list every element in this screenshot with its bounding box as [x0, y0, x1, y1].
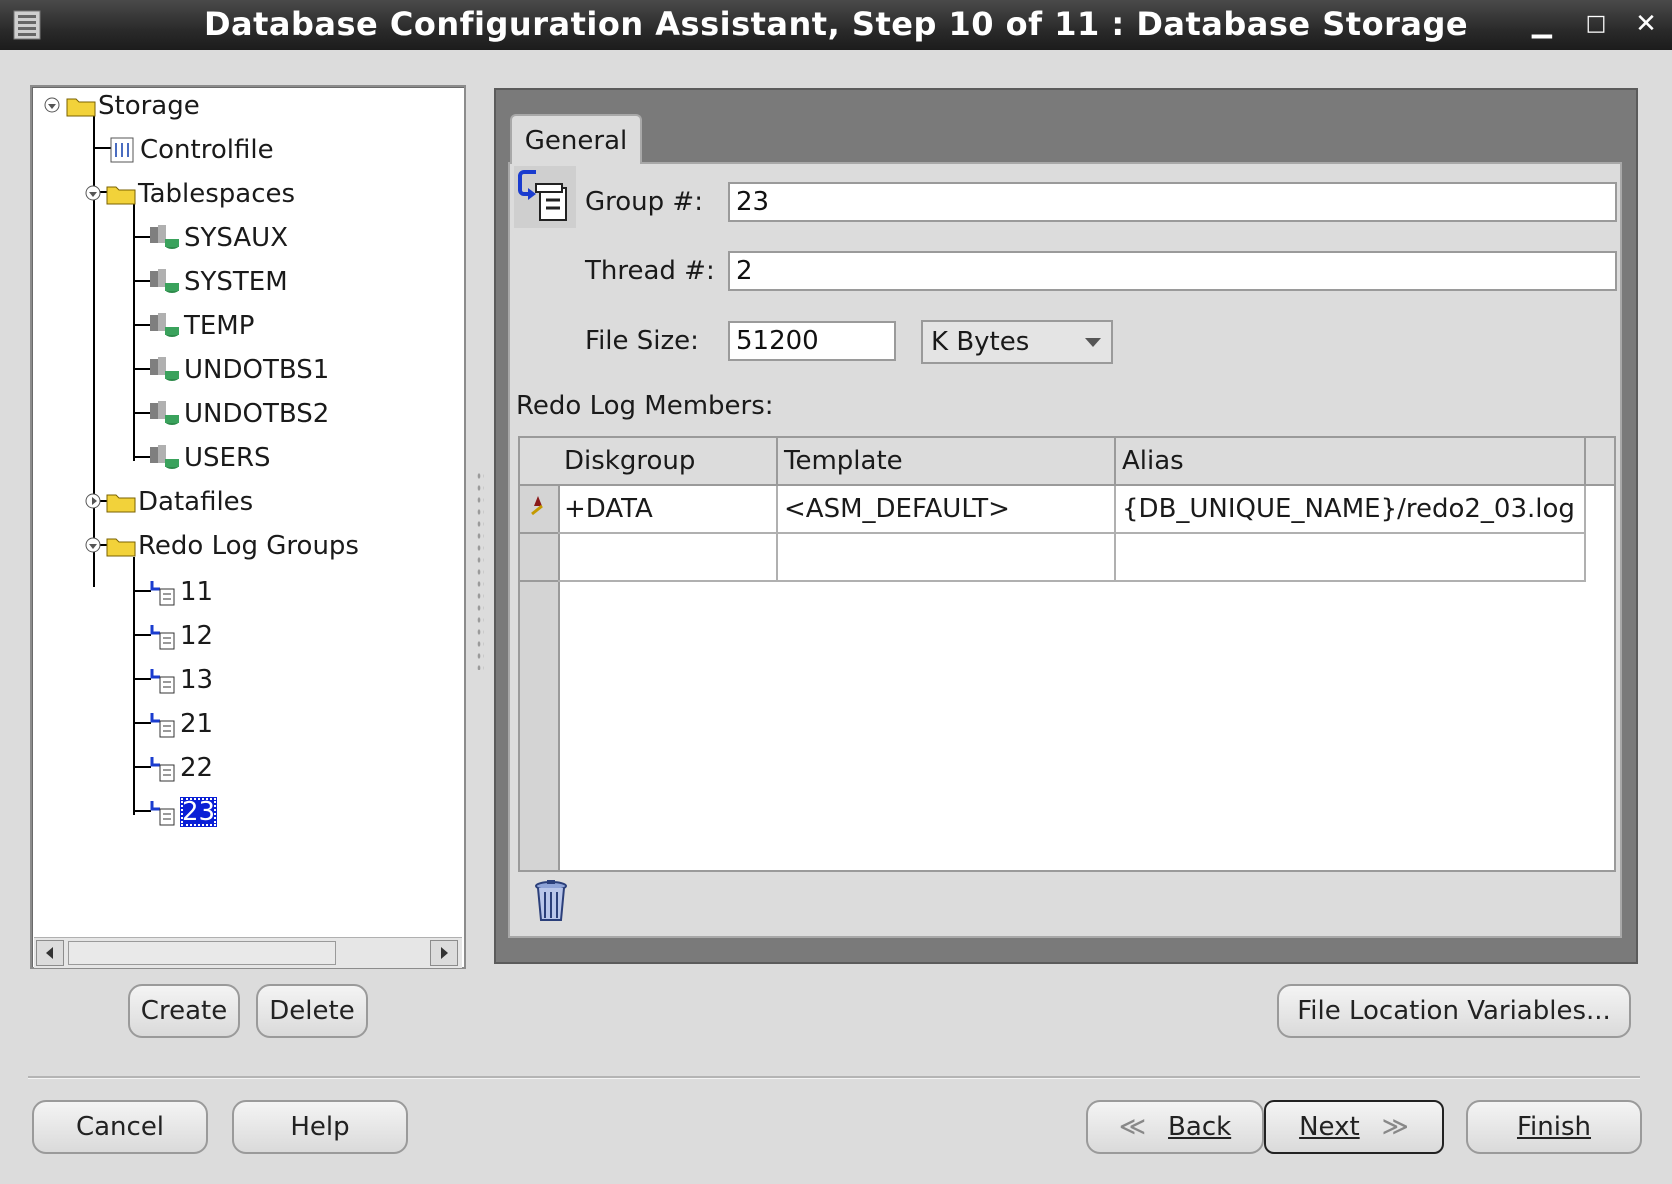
column-header-diskgroup[interactable]: Diskgroup: [558, 438, 778, 486]
folder-icon: [106, 186, 136, 205]
redo-log-group-icon: [514, 166, 576, 228]
redo-log-icon: [150, 625, 175, 650]
tree-node-tablespaces[interactable]: Tablespaces: [106, 177, 295, 211]
maximize-icon[interactable]: □: [1578, 6, 1614, 42]
redo-log-members-label: Redo Log Members:: [516, 391, 774, 421]
trash-icon[interactable]: [531, 878, 571, 924]
tree-node-redo-group[interactable]: 12: [148, 619, 213, 653]
finish-button[interactable]: Finish: [1466, 1100, 1642, 1154]
table-cell[interactable]: +DATA: [558, 486, 778, 534]
table-cell[interactable]: [558, 534, 778, 582]
tree-node-controlfile[interactable]: Controlfile: [108, 133, 274, 167]
file-size-units-select[interactable]: K Bytes: [921, 320, 1113, 364]
tree-node-datafiles[interactable]: Datafiles: [106, 485, 253, 519]
help-button[interactable]: Help: [232, 1100, 408, 1154]
panel-splitter[interactable]: [476, 470, 484, 670]
redo-log-icon: [150, 713, 175, 738]
back-button[interactable]: ≪ Back: [1086, 1100, 1264, 1154]
tablespace-icon: [150, 357, 179, 381]
chevron-left-icon: ≪: [1118, 1112, 1147, 1142]
edit-row-icon: [531, 496, 543, 516]
group-number-field[interactable]: 23: [728, 182, 1617, 222]
window-title: Database Configuration Assistant, Step 1…: [203, 5, 1469, 43]
next-button[interactable]: Next ≫: [1264, 1100, 1444, 1154]
table-cell[interactable]: <ASM_DEFAULT>: [778, 486, 1116, 534]
table-corner: [520, 438, 558, 486]
tablespace-icon: [150, 269, 179, 293]
folder-icon: [66, 98, 96, 117]
tree-node-redo-log-groups[interactable]: Redo Log Groups: [106, 529, 359, 563]
scrollbar-thumb[interactable]: [68, 941, 336, 965]
units-selected-value: K Bytes: [931, 327, 1030, 357]
file-size-label: File Size:: [585, 326, 699, 356]
tablespace-icon: [150, 313, 179, 337]
table-cell[interactable]: {DB_UNIQUE_NAME}/redo2_03.log: [1116, 486, 1586, 534]
title-bar: Database Configuration Assistant, Step 1…: [0, 0, 1672, 50]
folder-icon: [106, 494, 136, 513]
storage-tree[interactable]: Storage Controlfile Tablespaces SYSAUX S…: [30, 85, 466, 969]
create-button[interactable]: Create: [128, 984, 240, 1038]
collapse-icon[interactable]: [85, 185, 101, 201]
chevron-right-icon: ≫: [1381, 1112, 1409, 1142]
tree-horizontal-scrollbar[interactable]: [34, 937, 462, 968]
controlfile-icon: [110, 137, 134, 163]
redo-log-icon: [150, 581, 175, 606]
collapse-icon[interactable]: [85, 537, 101, 553]
scroll-left-icon[interactable]: [36, 940, 64, 966]
folder-icon: [106, 538, 136, 557]
column-header-filler: [1586, 438, 1616, 486]
tree-node-redo-group[interactable]: 22: [148, 751, 213, 785]
row-header[interactable]: [520, 486, 558, 534]
tree-node-redo-group[interactable]: 13: [148, 663, 213, 697]
redo-log-icon: [150, 801, 175, 826]
column-header-alias[interactable]: Alias: [1116, 438, 1586, 486]
tree-node-tablespace[interactable]: SYSAUX: [148, 221, 288, 255]
tree-node-tablespace[interactable]: UNDOTBS1: [148, 353, 329, 387]
thread-number-label: Thread #:: [585, 256, 715, 286]
file-size-field[interactable]: 51200: [728, 321, 896, 361]
chevron-down-icon: [1085, 338, 1101, 347]
tree-node-tablespace[interactable]: USERS: [148, 441, 271, 475]
row-header[interactable]: [520, 534, 558, 582]
tree-node-tablespace[interactable]: SYSTEM: [148, 265, 288, 299]
collapse-icon[interactable]: [44, 97, 60, 113]
close-icon[interactable]: ✕: [1628, 6, 1664, 42]
tree-node-storage[interactable]: Storage: [66, 89, 200, 123]
table-cell[interactable]: [778, 534, 1116, 582]
tablespace-icon: [150, 445, 179, 469]
thread-number-field[interactable]: 2: [728, 251, 1617, 291]
minimize-icon[interactable]: ▁: [1524, 6, 1560, 42]
cancel-button[interactable]: Cancel: [32, 1100, 208, 1154]
footer-separator: [28, 1076, 1640, 1079]
tablespace-icon: [150, 401, 179, 425]
tree-node-redo-group[interactable]: 11: [148, 575, 213, 609]
scroll-right-icon[interactable]: [430, 940, 458, 966]
group-number-label: Group #:: [585, 187, 703, 217]
delete-button[interactable]: Delete: [256, 984, 368, 1038]
tree-node-redo-group-selected[interactable]: 23: [148, 795, 218, 829]
tab-general[interactable]: General: [510, 114, 642, 164]
redo-log-icon: [150, 757, 175, 782]
tree-node-redo-group[interactable]: 21: [148, 707, 213, 741]
tree-node-tablespace[interactable]: UNDOTBS2: [148, 397, 329, 431]
redo-log-icon: [150, 669, 175, 694]
expand-icon[interactable]: [85, 493, 101, 509]
file-location-variables-button[interactable]: File Location Variables...: [1277, 984, 1631, 1038]
table-cell[interactable]: [1116, 534, 1586, 582]
tablespace-icon: [150, 225, 179, 249]
redo-log-members-table[interactable]: Diskgroup Template Alias +DATA <ASM_DEFA…: [518, 436, 1616, 872]
tree-node-tablespace[interactable]: TEMP: [148, 309, 254, 343]
column-header-template[interactable]: Template: [778, 438, 1116, 486]
